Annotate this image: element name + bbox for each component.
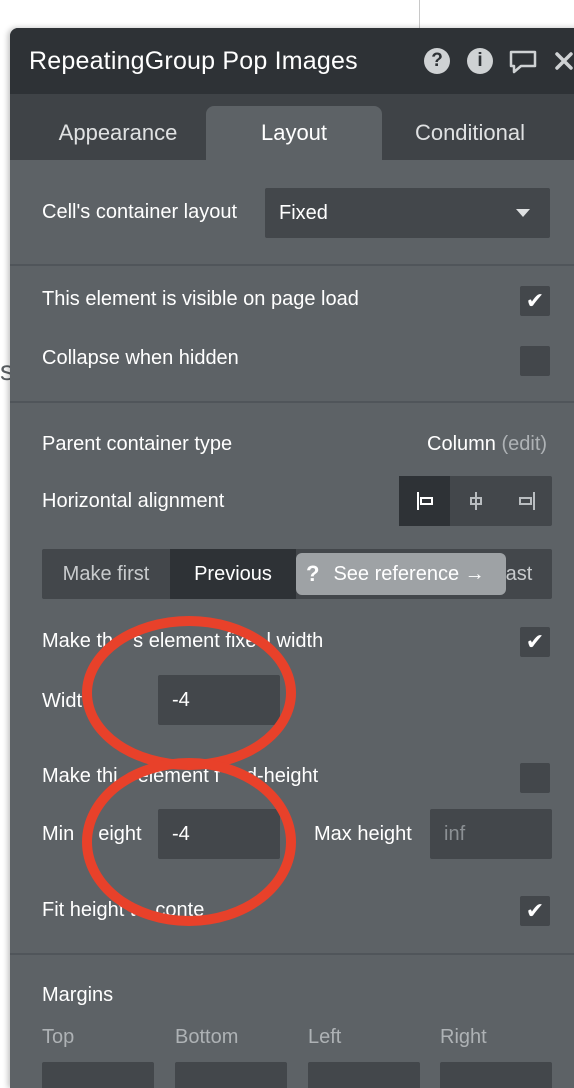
parent-container-type-label: Parent container type bbox=[42, 433, 233, 455]
close-icon[interactable] bbox=[554, 51, 574, 76]
comment-icon[interactable] bbox=[508, 48, 538, 81]
fixed-height-checkbox[interactable] bbox=[520, 763, 550, 793]
margin-right-label: Right bbox=[440, 1026, 487, 1048]
margin-right-input[interactable] bbox=[440, 1062, 552, 1088]
margin-top-input[interactable] bbox=[42, 1062, 154, 1088]
width-label: Widt bbox=[42, 690, 82, 712]
margin-bottom-label: Bottom bbox=[175, 1026, 239, 1048]
checkmark-icon: ✔ bbox=[525, 629, 545, 654]
collapse-when-hidden-checkbox[interactable] bbox=[520, 346, 550, 376]
panel-title: RepeatingGroup Pop Images bbox=[29, 47, 358, 75]
align-right-icon bbox=[518, 492, 535, 510]
margin-left-label: Left bbox=[308, 1026, 342, 1048]
tab-conditional[interactable]: Conditional bbox=[382, 106, 558, 160]
visible-on-load-label: This element is visible on page load bbox=[42, 288, 359, 310]
background-divider bbox=[419, 0, 420, 30]
align-left-button[interactable] bbox=[399, 476, 450, 526]
tab-appearance[interactable]: Appearance bbox=[30, 106, 206, 160]
horizontal-alignment-group bbox=[399, 476, 552, 526]
see-reference-tooltip[interactable]: ? See reference → bbox=[296, 553, 506, 595]
cell-container-layout-value: Fixed bbox=[279, 201, 328, 224]
margin-bottom-input[interactable] bbox=[175, 1062, 287, 1088]
tab-layout[interactable]: Layout bbox=[206, 106, 382, 160]
cell-container-layout-label: Cell's container layout bbox=[42, 201, 238, 223]
parent-container-edit-link[interactable]: (edit) bbox=[501, 433, 547, 455]
parent-container-type-value: Column (edit) bbox=[427, 433, 547, 456]
max-height-input[interactable]: inf bbox=[430, 809, 552, 859]
visible-on-load-checkbox[interactable]: ✔ bbox=[520, 286, 550, 316]
fit-height-checkbox[interactable]: ✔ bbox=[520, 896, 550, 926]
annotation-circle-min-height bbox=[82, 758, 296, 926]
make-first-button[interactable]: Make first bbox=[42, 549, 170, 599]
align-center-icon bbox=[469, 492, 482, 510]
align-right-button[interactable] bbox=[501, 476, 552, 526]
help-icon[interactable]: ? bbox=[424, 48, 450, 74]
parent-container-type-text: Column bbox=[427, 433, 496, 455]
horizontal-alignment-label: Horizontal alignment bbox=[42, 490, 225, 512]
max-height-label: Max height bbox=[314, 823, 412, 845]
annotation-circle-width bbox=[82, 616, 296, 770]
make-last-button[interactable]: ast bbox=[502, 549, 536, 599]
info-icon[interactable]: i bbox=[467, 48, 493, 74]
previous-button[interactable]: Previous bbox=[170, 549, 296, 599]
chevron-down-icon bbox=[516, 209, 530, 217]
panel-titlebar[interactable]: RepeatingGroup Pop Images ? i bbox=[10, 28, 574, 94]
collapse-when-hidden-label: Collapse when hidden bbox=[42, 347, 239, 369]
section-divider bbox=[10, 264, 574, 266]
property-editor-panel: RepeatingGroup Pop Images ? i Appearance… bbox=[10, 28, 574, 1088]
section-divider bbox=[10, 401, 574, 403]
cell-container-layout-dropdown[interactable]: Fixed bbox=[265, 188, 550, 238]
align-left-icon bbox=[416, 492, 433, 510]
margin-left-input[interactable] bbox=[308, 1062, 420, 1088]
checkmark-icon: ✔ bbox=[525, 898, 545, 923]
see-reference-link: See reference → bbox=[333, 562, 485, 585]
tab-bar: Appearance Layout Conditional bbox=[10, 94, 574, 160]
checkmark-icon: ✔ bbox=[525, 288, 545, 313]
align-center-button[interactable] bbox=[450, 476, 501, 526]
margin-top-label: Top bbox=[42, 1026, 75, 1048]
section-divider bbox=[10, 953, 574, 955]
fixed-width-checkbox[interactable]: ✔ bbox=[520, 627, 550, 657]
margins-heading: Margins bbox=[42, 984, 114, 1006]
help-icon: ? bbox=[306, 561, 320, 586]
